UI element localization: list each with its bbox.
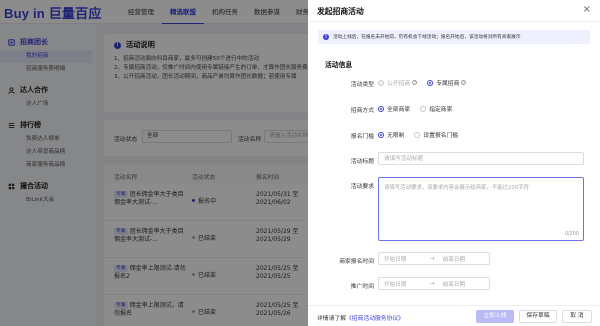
info-icon: !: [323, 34, 329, 40]
drawer-footer: 详情请了解《招商活动服务协议》 立即上线 保存草稿 取 消: [308, 305, 600, 326]
save-draft-button[interactable]: 保存草稿: [519, 310, 557, 323]
character-counter: 0/200: [565, 232, 579, 237]
promotion-start-date[interactable]: 开始日期: [379, 280, 427, 288]
signup-start-date[interactable]: 开始日期: [379, 255, 427, 263]
arrow-right-icon: →: [430, 280, 435, 287]
activity-requirement-textarea[interactable]: [378, 177, 584, 241]
radio-circle: [378, 79, 384, 86]
radio-label: 无限制: [387, 133, 405, 139]
promotion-end-date[interactable]: 结束日期: [438, 280, 486, 288]
notice-text: 活动上线后，在报名未开始前，仍有机会下线活动；报名开始后，该活动将对所有商家展示: [333, 35, 521, 40]
radio-all-merchants[interactable]: 全部商家: [378, 104, 410, 113]
agreement-link[interactable]: 《招商活动服务协议》: [346, 316, 404, 322]
invite-method-radio-group: 全部商家 指定商家: [378, 104, 462, 113]
drawer-header: 发起招商活动 ×: [308, 0, 600, 22]
signup-time-label: 商家报名时间: [339, 259, 374, 265]
help-icon[interactable]: ?: [461, 80, 467, 85]
section-title: 活动信息: [325, 61, 353, 69]
radio-circle: [414, 131, 421, 138]
radio-set-threshold[interactable]: 设置报名门槛: [414, 130, 458, 139]
promotion-time-label: 推广时间: [350, 284, 374, 290]
radio-label: 专属招商: [436, 81, 460, 87]
signup-threshold-radio-group: 无限制 设置报名门槛: [378, 130, 468, 139]
arrow-right-icon: →: [430, 255, 435, 262]
radio-public-invite[interactable]: 公开招商 ?: [378, 78, 418, 87]
agreement-prefix: 详情请了解: [317, 316, 346, 322]
signup-time-range-picker[interactable]: 开始日期 → 结束日期: [378, 252, 490, 265]
create-activity-drawer: 发起招商活动 × ! 活动上线后，在报名未开始前，仍有机会下线活动；报名开始后，…: [308, 0, 600, 326]
close-icon[interactable]: ×: [583, 5, 591, 15]
drawer-title: 发起招商活动: [317, 7, 364, 16]
signup-threshold-label: 报名门槛: [350, 134, 374, 140]
activity-title-input[interactable]: [378, 152, 584, 165]
radio-label: 指定商家: [429, 107, 453, 113]
radio-circle: [378, 131, 384, 138]
help-icon[interactable]: ?: [412, 80, 418, 85]
promotion-time-range-picker[interactable]: 开始日期 → 结束日期: [378, 277, 490, 290]
activity-type-label: 活动类型: [350, 82, 374, 88]
publish-now-button[interactable]: 立即上线: [476, 310, 514, 323]
activity-requirement-label: 活动要求: [350, 184, 374, 190]
radio-label: 设置报名门槛: [423, 133, 459, 139]
radio-circle: [420, 105, 427, 112]
radio-circle: [378, 105, 384, 112]
radio-circle: [427, 79, 434, 86]
radio-no-limit[interactable]: 无限制: [378, 130, 404, 139]
signup-end-date[interactable]: 结束日期: [438, 255, 486, 263]
radio-label: 公开招商: [387, 81, 411, 87]
invite-method-label: 招商方式: [350, 108, 374, 114]
cancel-button[interactable]: 取 消: [562, 310, 592, 323]
radio-specified-merchants[interactable]: 指定商家: [420, 104, 452, 113]
notice-banner: ! 活动上线后，在报名未开始前，仍有机会下线活动；报名开始后，该活动将对所有商家…: [318, 30, 590, 44]
activity-type-radio-group: 公开招商 ? 专属招商 ?: [378, 78, 476, 87]
radio-exclusive-invite[interactable]: 专属招商 ?: [427, 78, 467, 87]
agreement-text: 详情请了解《招商活动服务协议》: [317, 313, 404, 322]
radio-label: 全部商家: [387, 107, 411, 113]
activity-title-label: 活动标题: [350, 159, 374, 165]
